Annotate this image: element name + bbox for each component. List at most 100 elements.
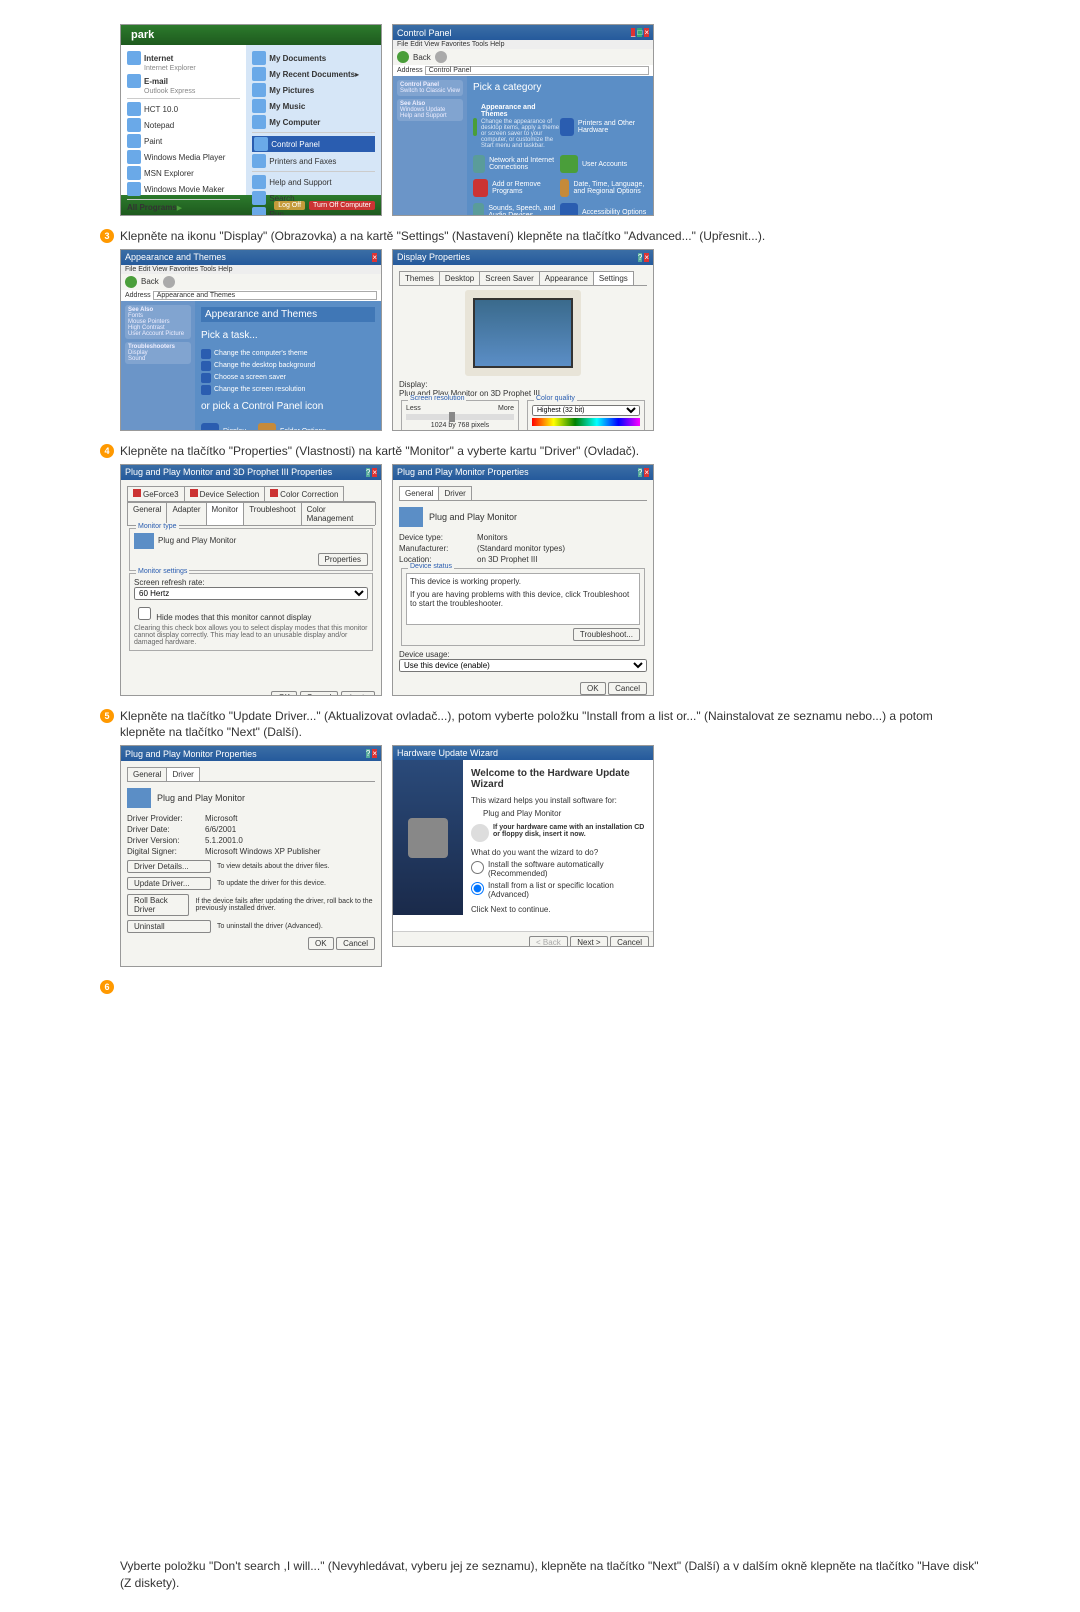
cat-date[interactable]: Date, Time, Language, and Regional Optio… bbox=[560, 179, 647, 197]
cat-addremove[interactable]: Add or Remove Programs bbox=[473, 179, 560, 197]
close-icon[interactable]: × bbox=[644, 28, 649, 37]
turnoff-button[interactable]: Turn Off Computer bbox=[309, 201, 375, 210]
hide-modes-label: Hide modes that this monitor cannot disp… bbox=[156, 613, 311, 622]
acc-link[interactable]: User Account Picture bbox=[128, 331, 184, 337]
cat-network[interactable]: Network and Internet Connections bbox=[473, 155, 560, 173]
resolution-slider[interactable] bbox=[406, 414, 514, 420]
close-icon[interactable]: × bbox=[372, 253, 377, 262]
tab-adapter[interactable]: Adapter bbox=[166, 502, 206, 525]
driver-details-button[interactable]: Driver Details... bbox=[127, 860, 211, 873]
ok-button[interactable]: OK bbox=[308, 937, 334, 950]
next-button[interactable]: Next > bbox=[570, 936, 607, 947]
help-icon[interactable]: ? bbox=[366, 468, 370, 477]
tab-settings[interactable]: Settings bbox=[593, 271, 634, 285]
tab-color-mgmt[interactable]: Color Management bbox=[301, 502, 376, 525]
refresh-rate-select[interactable]: 60 Hertz bbox=[134, 587, 368, 600]
address-value[interactable]: Control Panel bbox=[425, 66, 649, 75]
apply-button[interactable]: Apply bbox=[341, 691, 375, 696]
close-icon[interactable]: × bbox=[372, 749, 377, 758]
cat-user[interactable]: User Accounts bbox=[560, 155, 647, 173]
rollback-driver-button[interactable]: Roll Back Driver bbox=[127, 894, 189, 916]
address-value[interactable]: Appearance and Themes bbox=[153, 291, 377, 300]
tab-geforce[interactable]: GeForce3 bbox=[127, 486, 185, 501]
wizard-device: Plug and Play Monitor bbox=[483, 809, 645, 818]
color-quality-select[interactable]: Highest (32 bit) bbox=[532, 405, 640, 416]
cat-printers[interactable]: Printers and Other Hardware bbox=[560, 104, 647, 149]
tab-color-correction[interactable]: Color Correction bbox=[264, 486, 344, 501]
control-panel-item[interactable]: Control Panel bbox=[252, 136, 375, 152]
cat-appearance[interactable]: Appearance and ThemesChange the appearan… bbox=[473, 104, 560, 149]
task-resolution[interactable]: Change the screen resolution bbox=[201, 385, 375, 395]
tab-general[interactable]: General bbox=[399, 486, 439, 500]
tb-sound[interactable]: Sound bbox=[128, 356, 145, 362]
tab-themes[interactable]: Themes bbox=[399, 271, 440, 285]
back-button[interactable]: < Back bbox=[529, 936, 568, 947]
close-icon[interactable]: × bbox=[372, 468, 377, 477]
forward-icon[interactable] bbox=[163, 276, 175, 288]
properties-button[interactable]: Properties bbox=[318, 553, 368, 566]
internet-sub: Internet Explorer bbox=[144, 65, 240, 72]
radio-auto[interactable] bbox=[471, 861, 484, 874]
task-background[interactable]: Change the desktop background bbox=[201, 361, 375, 371]
step6-footer-text: Vyberte položku "Don't search ,I will...… bbox=[120, 1558, 980, 1592]
help-label: Help and Support bbox=[269, 178, 331, 187]
step-badge-6: 6 bbox=[100, 980, 114, 994]
cancel-button[interactable]: Cancel bbox=[610, 936, 649, 947]
folder-options-link[interactable]: Folder Options bbox=[258, 423, 326, 431]
tab-driver[interactable]: Driver bbox=[166, 767, 199, 781]
tab-general[interactable]: General bbox=[127, 502, 167, 525]
cd-hint: If your hardware came with an installati… bbox=[493, 824, 645, 838]
tab-general[interactable]: General bbox=[127, 767, 167, 781]
radio-list[interactable] bbox=[471, 882, 484, 895]
display-icon-link[interactable]: Display bbox=[201, 423, 246, 431]
tab-screensaver[interactable]: Screen Saver bbox=[479, 271, 539, 285]
hide-modes-checkbox[interactable] bbox=[138, 607, 151, 620]
tab-appearance[interactable]: Appearance bbox=[539, 271, 594, 285]
forward-icon[interactable] bbox=[435, 51, 447, 63]
minimize-icon[interactable]: _ bbox=[631, 28, 635, 37]
close-icon[interactable]: × bbox=[644, 468, 649, 477]
close-icon[interactable]: × bbox=[644, 253, 649, 262]
ok-button[interactable]: OK bbox=[580, 682, 606, 695]
recent-label: My Recent Documents bbox=[269, 70, 355, 79]
monitor-type-value: Plug and Play Monitor bbox=[158, 536, 236, 545]
help-icon[interactable]: ? bbox=[638, 253, 642, 262]
cat-sounds[interactable]: Sounds, Speech, and Audio Devices bbox=[473, 203, 560, 216]
help-link[interactable]: Help and Support bbox=[400, 113, 447, 119]
device-usage-select[interactable]: Use this device (enable) bbox=[399, 659, 647, 672]
task-theme[interactable]: Change the computer's theme bbox=[201, 349, 375, 359]
cat-access[interactable]: Accessibility Options bbox=[560, 203, 647, 216]
tab-driver[interactable]: Driver bbox=[438, 486, 471, 500]
cancel-button[interactable]: Cancel bbox=[336, 937, 375, 950]
hide-modes-desc: Clearing this check box allows you to se… bbox=[134, 625, 368, 646]
maximize-icon[interactable]: □ bbox=[637, 28, 642, 37]
network-icon bbox=[473, 155, 485, 173]
ok-button[interactable]: OK bbox=[271, 691, 297, 696]
monitor-icon bbox=[127, 788, 151, 808]
tab-monitor[interactable]: Monitor bbox=[206, 502, 245, 525]
task-screensaver[interactable]: Choose a screen saver bbox=[201, 373, 375, 383]
option-list-label: Install from a list or specific location… bbox=[488, 881, 645, 899]
switch-classic-link[interactable]: Switch to Classic View bbox=[400, 88, 460, 94]
troubleshoot-button[interactable]: Troubleshoot... bbox=[573, 628, 640, 641]
help-icon[interactable]: ? bbox=[638, 468, 642, 477]
paint-icon bbox=[127, 134, 141, 148]
uninstall-button[interactable]: Uninstall bbox=[127, 920, 211, 933]
back-icon[interactable] bbox=[397, 51, 409, 63]
help-icon[interactable]: ? bbox=[366, 749, 370, 758]
wizard-sidebar bbox=[393, 760, 463, 915]
monitor-icon bbox=[399, 507, 423, 527]
tab-troubleshoot[interactable]: Troubleshoot bbox=[243, 502, 301, 525]
search-icon bbox=[252, 191, 266, 205]
step-badge-4: 4 bbox=[100, 444, 114, 458]
cancel-button[interactable]: Cancel bbox=[608, 682, 647, 695]
back-icon[interactable] bbox=[125, 276, 137, 288]
resolution-group: Screen resolution bbox=[408, 395, 466, 402]
tab-device-selection[interactable]: Device Selection bbox=[184, 486, 266, 501]
wizard-heading: Welcome to the Hardware Update Wizard bbox=[471, 768, 645, 790]
option-auto-label: Install the software automatically (Reco… bbox=[488, 860, 645, 878]
tab-desktop[interactable]: Desktop bbox=[439, 271, 480, 285]
logoff-button[interactable]: Log Off bbox=[274, 201, 305, 210]
update-driver-button[interactable]: Update Driver... bbox=[127, 877, 211, 890]
cancel-button[interactable]: Cancel bbox=[300, 691, 339, 696]
